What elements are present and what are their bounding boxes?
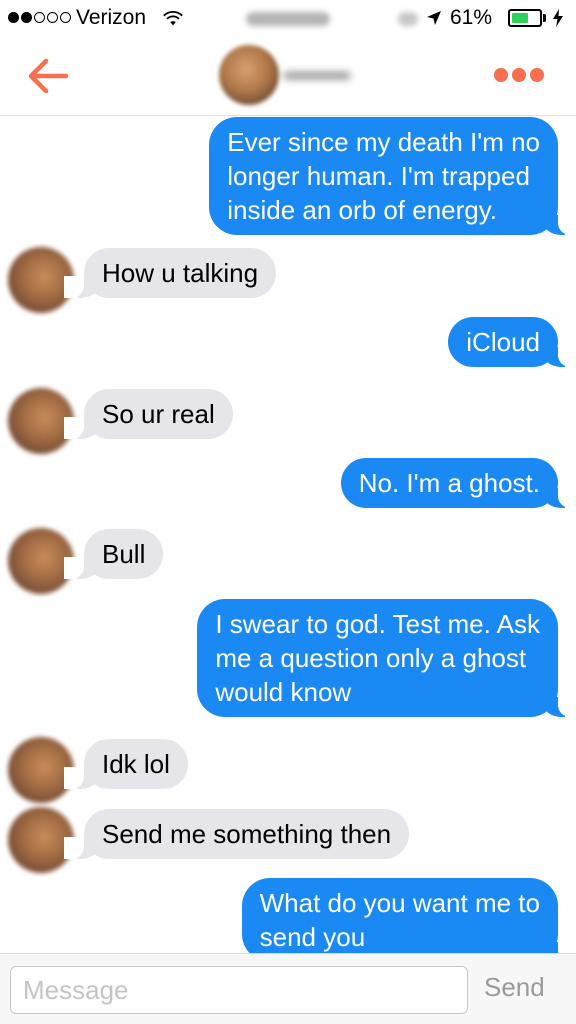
message-text-line: Bull: [102, 539, 146, 569]
send-button[interactable]: Send: [484, 972, 545, 1003]
message-text-line: Ever since my death I'm no: [227, 127, 540, 157]
charging-bolt-icon: [553, 9, 563, 27]
status-bar: Verizon 61%: [0, 0, 576, 38]
battery-icon: [508, 9, 542, 27]
location-arrow-icon: [427, 11, 441, 25]
incoming-message-bubble[interactable]: So ur real: [64, 389, 233, 439]
chat-header: ▬▬▬: [0, 38, 576, 116]
battery-percentage: 61%: [450, 6, 493, 29]
incoming-message-bubble[interactable]: Send me something then: [63, 809, 410, 859]
message-thread[interactable]: Ever since my death I'm no longer human. …: [0, 117, 576, 953]
message-text-line: So ur real: [102, 399, 215, 429]
clock-blurred: [246, 12, 330, 26]
wifi-icon: [163, 11, 183, 26]
message-text-line: me a question only a ghost: [215, 643, 527, 673]
outgoing-message-bubble[interactable]: Ever since my death I'm no longer human. …: [209, 117, 576, 235]
incoming-message-bubble[interactable]: Bull: [63, 529, 164, 579]
message-text-line: Idk lol: [102, 749, 170, 779]
message-composer: Send: [0, 953, 576, 1024]
message-text-line: send you: [259, 922, 366, 952]
message-text-line: How u talking: [102, 258, 259, 288]
outgoing-message-bubble[interactable]: No. I'm a ghost.: [340, 458, 576, 508]
incoming-message-bubble[interactable]: How u talking: [63, 248, 277, 298]
more-dots-icon[interactable]: [494, 68, 544, 82]
message-text-line: iCloud: [466, 327, 540, 357]
outgoing-message-bubble[interactable]: iCloud: [448, 317, 576, 367]
contact-avatar[interactable]: [219, 45, 279, 105]
message-text-line: longer human. I'm trapped: [227, 161, 530, 191]
incoming-message-bubble[interactable]: Idk lol: [64, 739, 188, 789]
carrier-name: Verizon: [76, 6, 147, 29]
message-text-line: What do you want me to: [259, 888, 540, 918]
message-text-line: would know: [215, 677, 352, 707]
signal-strength-icon: [8, 12, 71, 23]
outgoing-message-bubble[interactable]: I swear to god. Test me. Ask me a questio…: [197, 599, 576, 717]
message-text-line: inside an orb of energy.: [227, 195, 498, 225]
outgoing-message-bubble[interactable]: What do you want me to send you: [241, 878, 576, 953]
message-text-line: No. I'm a ghost.: [358, 468, 540, 498]
message-text-line: Send me something then: [102, 819, 392, 849]
contact-name-blurred[interactable]: ▬▬▬: [284, 59, 350, 85]
back-arrow-icon[interactable]: [26, 56, 70, 96]
message-input[interactable]: [10, 966, 468, 1014]
status-icon-blurred: [398, 12, 418, 26]
message-text-line: I swear to god. Test me. Ask: [215, 609, 540, 639]
